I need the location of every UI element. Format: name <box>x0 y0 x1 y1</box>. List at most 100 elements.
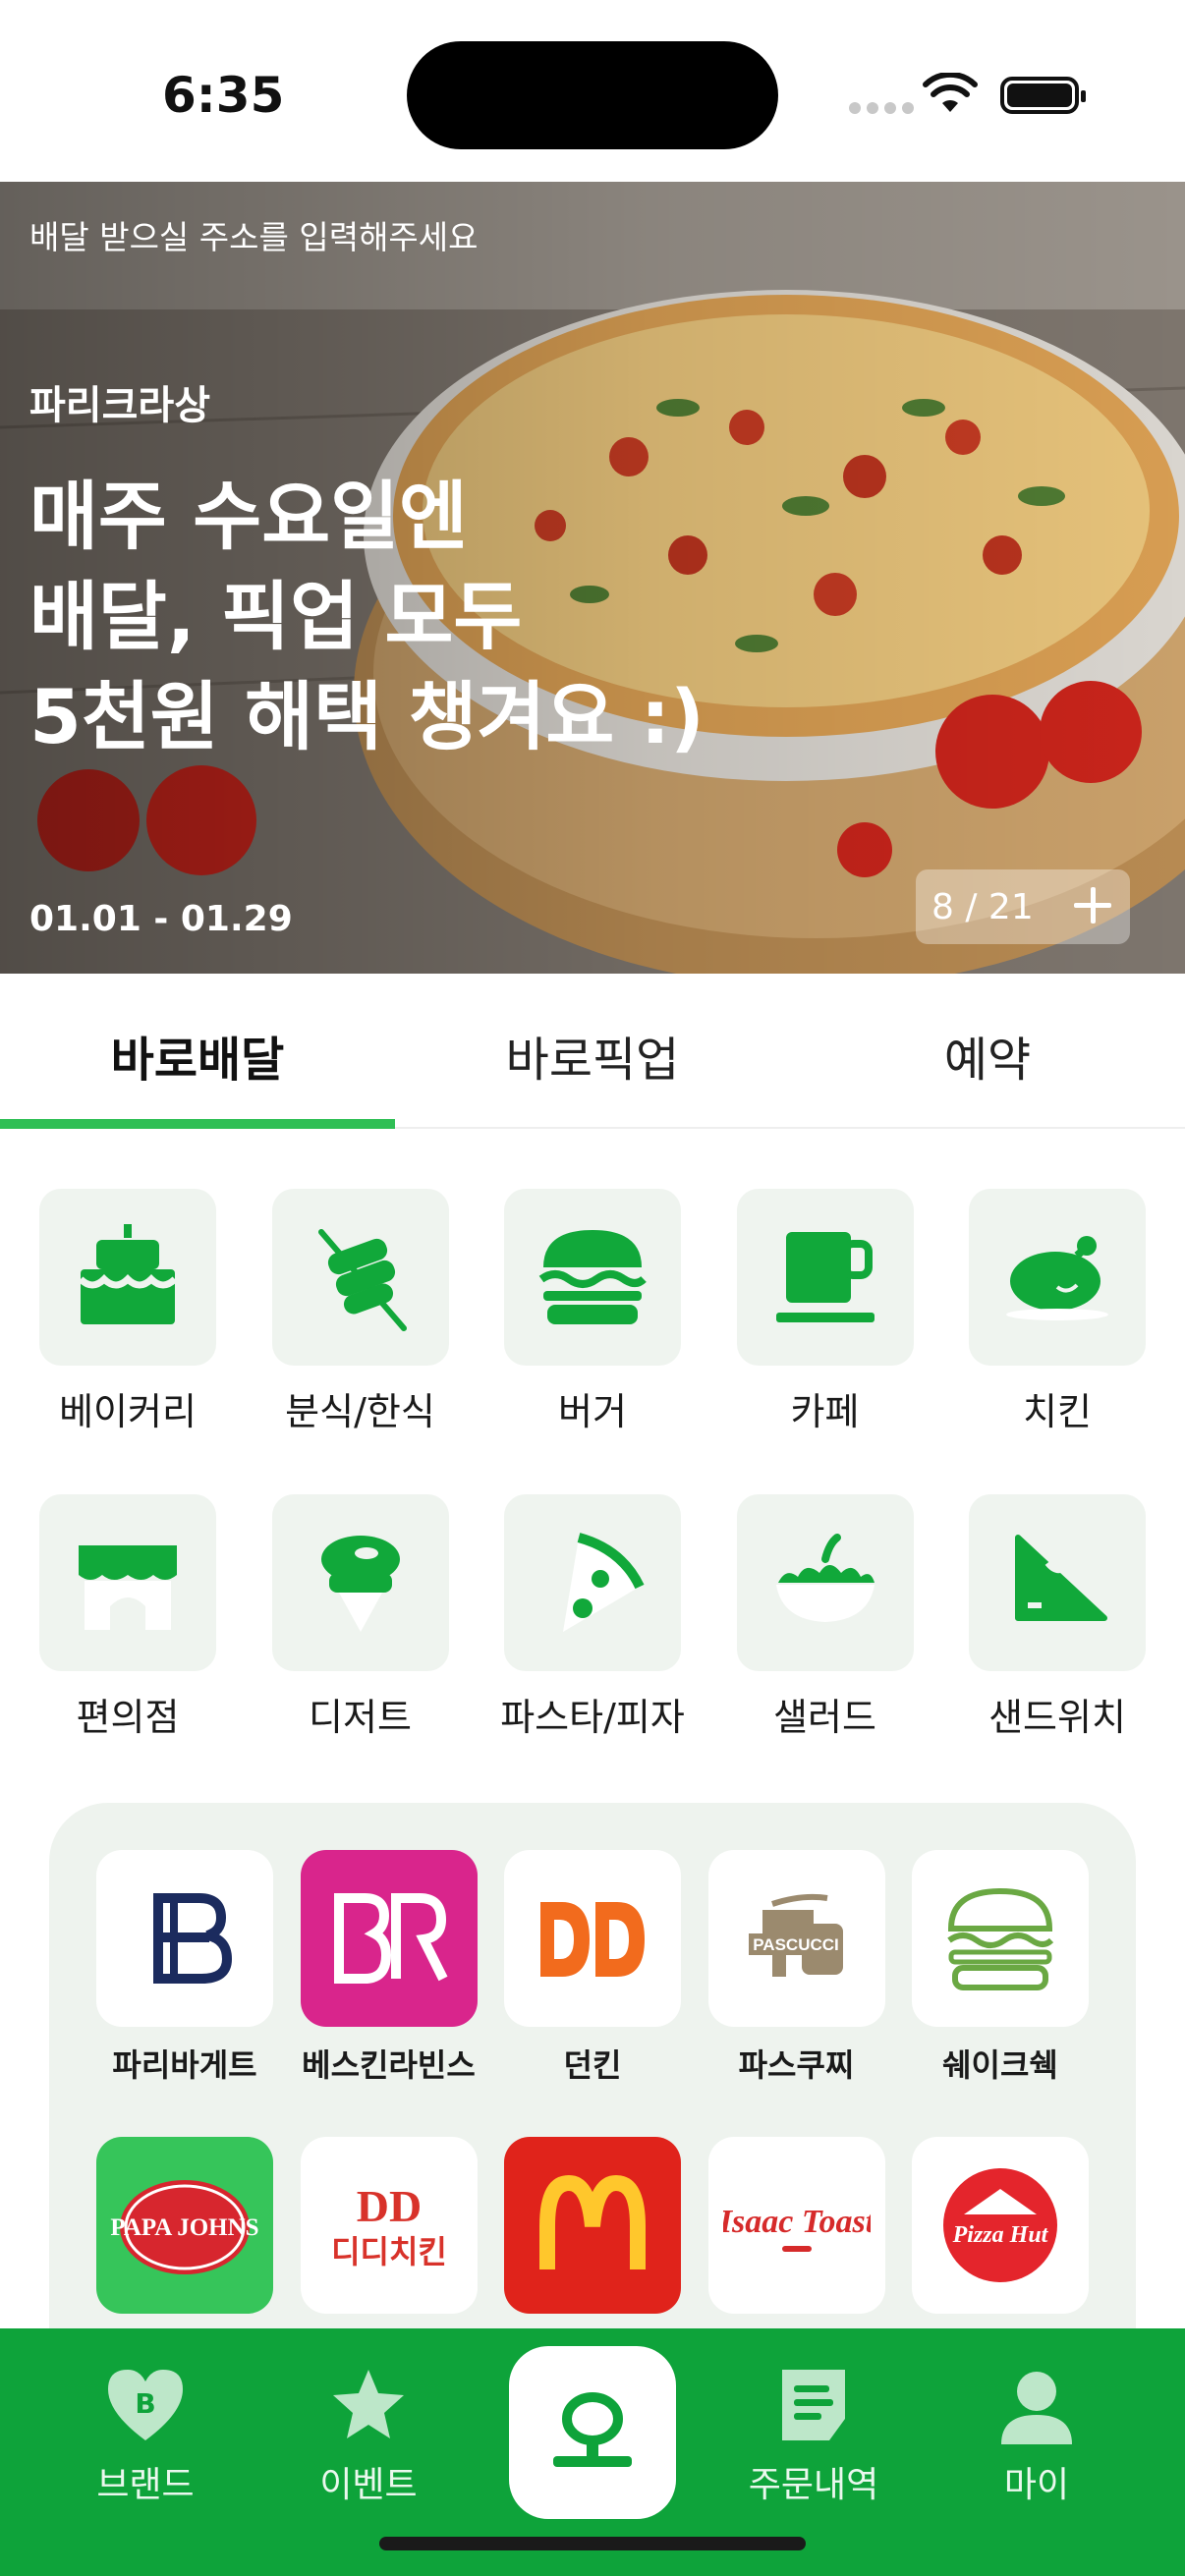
pascucci-logo: PASCUCCI <box>748 1893 843 1977</box>
pizza-slice-icon <box>563 1533 645 1632</box>
paris-baguette-logo <box>153 1893 233 1984</box>
receipt-icon <box>782 2370 845 2440</box>
heart-b-icon: B <box>108 2370 183 2440</box>
hero-headline: 매주 수요일엔 배달, 픽업 모두 5천원 해택 챙겨요 :) <box>29 467 776 767</box>
headline-line: 5천원 해택 챙겨요 :) <box>29 673 705 760</box>
plus-icon[interactable] <box>1071 883 1114 926</box>
logo-text: PAPA JOHNS <box>110 2214 258 2241</box>
brand-label: 던킨 <box>563 2046 622 2084</box>
skewer-icon <box>317 1229 407 1331</box>
mcdonalds-logo <box>539 2174 646 2269</box>
didi-chicken-logo: DD 디디치킨 <box>331 2181 447 2270</box>
papa-johns-logo: PAPA JOHNS <box>110 2180 259 2274</box>
headline-line: 매주 수요일엔 <box>29 473 468 560</box>
brand-baskin-robbins[interactable]: 베스킨라빈스 <box>300 1850 478 2086</box>
brand-didi-chicken[interactable]: DD 디디치킨 <box>300 2137 478 2327</box>
ice-cream-icon <box>320 1536 400 1632</box>
banner-pager[interactable]: 8 / 21 <box>916 869 1130 944</box>
brand-mcdonalds[interactable] <box>504 2137 681 2327</box>
baskin-robbins-logo <box>333 1893 447 1984</box>
isaac-toast-logo: Isaac Toast <box>723 2204 871 2252</box>
cake-icon <box>78 1224 178 1324</box>
brand-dunkin[interactable]: 던킨 <box>504 1850 681 2086</box>
brand-isaac-toast[interactable]: Isaac Toast <box>707 2137 885 2327</box>
category-label: 카페 <box>790 1390 860 1433</box>
chicken-icon <box>1006 1236 1108 1320</box>
star-icon <box>333 2370 404 2438</box>
nav-home-button[interactable] <box>509 2346 676 2519</box>
service-tabs: 바로배달 바로픽업 예약 <box>0 974 1185 1129</box>
category-label: 디저트 <box>309 1696 412 1739</box>
nav-label: 주문내역 <box>748 2465 879 2505</box>
logo-text: 디디치킨 <box>331 2233 447 2270</box>
nav-label: 브랜드 <box>96 2465 195 2505</box>
svg-text:B: B <box>135 2387 155 2420</box>
category-dessert[interactable]: 디저트 <box>262 1494 459 1741</box>
home-o-icon <box>553 2392 632 2467</box>
shake-shack-logo <box>947 1887 1054 1990</box>
tab-instant-pickup[interactable]: 바로픽업 <box>395 974 790 1127</box>
nav-brand[interactable]: B 브랜드 <box>67 2362 224 2507</box>
brand-label: 쉐이크쉑 <box>942 2046 1058 2084</box>
pager-count: 8 / 21 <box>931 886 1034 927</box>
nav-event[interactable]: 이벤트 <box>290 2362 447 2507</box>
brand-panel: 파리바게트 베스킨라빈스 던킨 PASCUCCI 파스쿠찌 쉐이크쉑 PAPA … <box>49 1803 1136 2392</box>
wifi-icon <box>923 73 978 112</box>
brand-label: 파스쿠찌 <box>738 2046 855 2084</box>
brand-label: 베스킨라빈스 <box>302 2046 476 2084</box>
category-label: 파스타/피자 <box>500 1696 685 1739</box>
status-bar: 6:35 <box>0 0 1185 182</box>
person-icon <box>1001 2372 1072 2444</box>
status-time: 6:35 <box>162 67 285 124</box>
dynamic-island <box>407 41 778 149</box>
category-bakery[interactable]: 베이커리 <box>29 1189 226 1435</box>
svg-text:DD: DD <box>356 2181 421 2231</box>
store-icon <box>79 1545 177 1630</box>
hero-banner[interactable]: 배달 받으실 주소를 입력해주세요 파리크라상 매주 수요일엔 배달, 픽업 모… <box>0 182 1185 974</box>
category-label: 샌드위치 <box>988 1696 1126 1739</box>
home-indicator <box>379 2537 806 2550</box>
category-label: 편의점 <box>76 1696 180 1739</box>
brand-shake-shack[interactable]: 쉐이크쉑 <box>912 1850 1089 2086</box>
category-convenience-store[interactable]: 편의점 <box>29 1494 226 1741</box>
battery-icon <box>1000 77 1086 114</box>
headline-line: 배달, 픽업 모두 <box>29 573 523 660</box>
brand-paris-baguette[interactable]: 파리바게트 <box>96 1850 273 2086</box>
hero-brand: 파리크라상 <box>29 383 210 428</box>
burger-icon <box>538 1230 647 1324</box>
brand-pizza-hut[interactable]: Pizza Hut <box>912 2137 1089 2327</box>
nav-label: 마이 <box>1003 2465 1070 2505</box>
svg-text:PASCUCCI: PASCUCCI <box>753 1935 839 1954</box>
category-label: 샐러드 <box>773 1696 876 1739</box>
category-label: 분식/한식 <box>285 1390 435 1433</box>
category-grid: 베이커리 분식/한식 버거 카페 치킨 편의점 디저트 파스타/피자 샐러드 샌… <box>29 1189 1156 1800</box>
category-cafe[interactable]: 카페 <box>727 1189 924 1435</box>
category-label: 치킨 <box>1023 1390 1092 1433</box>
category-label: 베이커리 <box>59 1390 197 1433</box>
logo-text: Pizza Hut <box>952 2222 1049 2248</box>
signal-dots-icon <box>849 102 914 114</box>
nav-my[interactable]: 마이 <box>958 2362 1115 2507</box>
hero-period: 01.01 - 01.29 <box>29 899 293 939</box>
logo-text: Isaac Toast <box>723 2204 871 2240</box>
sandwich-icon <box>1015 1535 1107 1621</box>
coffee-cup-icon <box>775 1232 875 1322</box>
brand-label: 파리바게트 <box>112 2046 257 2084</box>
category-burger[interactable]: 버거 <box>494 1189 691 1435</box>
dunkin-logo <box>540 1902 645 1977</box>
category-label: 버거 <box>558 1390 627 1433</box>
brand-pascucci[interactable]: PASCUCCI 파스쿠찌 <box>707 1850 885 2086</box>
address-prompt[interactable]: 배달 받으실 주소를 입력해주세요 <box>29 211 479 258</box>
pizza-hut-logo: Pizza Hut <box>943 2168 1057 2282</box>
salad-icon <box>775 1534 875 1622</box>
tab-reservation[interactable]: 예약 <box>790 974 1185 1127</box>
category-snack[interactable]: 분식/한식 <box>262 1189 459 1435</box>
brand-papa-johns[interactable]: PAPA JOHNS <box>96 2137 273 2327</box>
category-sandwich[interactable]: 샌드위치 <box>959 1494 1156 1741</box>
nav-label: 이벤트 <box>319 2465 418 2505</box>
nav-orders[interactable]: 주문내역 <box>735 2362 892 2507</box>
tab-instant-delivery[interactable]: 바로배달 <box>0 974 395 1129</box>
category-chicken[interactable]: 치킨 <box>959 1189 1156 1435</box>
category-salad[interactable]: 샐러드 <box>727 1494 924 1741</box>
category-pasta-pizza[interactable]: 파스타/피자 <box>494 1494 691 1741</box>
